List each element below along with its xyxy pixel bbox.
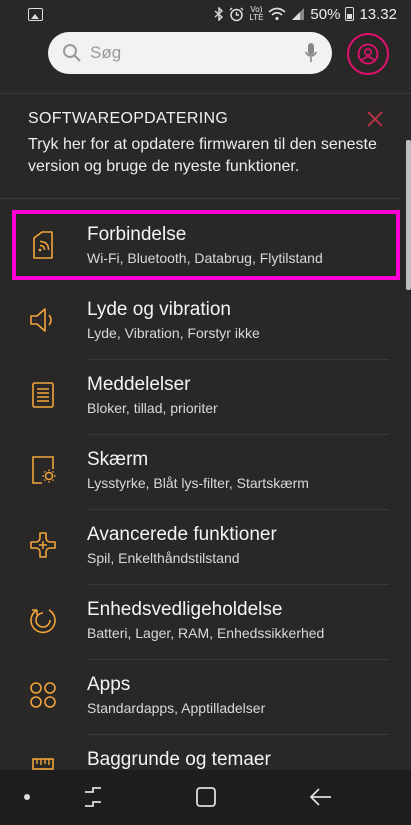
battery-percent: 50% bbox=[310, 5, 341, 23]
lte-label: LTE bbox=[249, 13, 264, 22]
setting-subtitle: Lyde, Vibration, Forstyr ikke bbox=[87, 325, 260, 341]
clock: 13.32 bbox=[359, 5, 397, 23]
settings-item-sounds[interactable]: Lyde og vibration Lyde, Vibration, Forst… bbox=[0, 285, 411, 360]
account-button[interactable] bbox=[347, 33, 389, 75]
gallery-notification-icon bbox=[28, 7, 43, 21]
settings-item-apps[interactable]: Apps Standardapps, Apptilladelser bbox=[0, 660, 411, 735]
nav-hide-dot[interactable] bbox=[24, 794, 30, 800]
setting-title: Skærm bbox=[87, 449, 149, 470]
apps-icon bbox=[30, 682, 56, 708]
bluetooth-icon bbox=[214, 7, 224, 21]
settings-list: Forbindelse Wi-Fi, Bluetooth, Databrug, … bbox=[0, 210, 411, 810]
settings-item-connections[interactable]: Forbindelse Wi-Fi, Bluetooth, Databrug, … bbox=[0, 210, 411, 285]
update-description: Tryk her for at opdatere firmwaren til d… bbox=[28, 136, 377, 175]
setting-title: Enhedsvedligeholdelse bbox=[87, 599, 283, 620]
setting-subtitle: Batteri, Lager, RAM, Enhedssikkerhed bbox=[87, 625, 325, 641]
recent-apps-icon[interactable] bbox=[80, 784, 106, 810]
setting-title: Avancerede funktioner bbox=[87, 524, 277, 545]
sound-icon bbox=[30, 308, 52, 332]
notifications-icon bbox=[32, 382, 54, 408]
setting-subtitle: Lysstyrke, Blåt lys-filter, Startskærm bbox=[87, 475, 309, 491]
home-icon[interactable] bbox=[193, 784, 219, 810]
setting-title: Lyde og vibration bbox=[87, 299, 232, 320]
connections-icon bbox=[33, 231, 53, 259]
setting-subtitle: Bloker, tillad, prioriter bbox=[87, 400, 218, 416]
setting-subtitle: Standardapps, Apptilladelser bbox=[87, 700, 266, 716]
close-icon[interactable] bbox=[364, 108, 386, 130]
person-icon bbox=[357, 43, 379, 65]
search-placeholder: Søg bbox=[90, 43, 122, 62]
alarm-icon bbox=[229, 7, 244, 21]
search-row: Søg bbox=[0, 32, 411, 80]
divider bbox=[0, 198, 400, 199]
selection-highlight bbox=[12, 210, 400, 280]
volte-indicator: Vo) LTE bbox=[249, 6, 263, 22]
advanced-features-icon bbox=[30, 532, 56, 558]
divider bbox=[0, 93, 411, 94]
wifi-icon bbox=[268, 7, 286, 21]
back-icon[interactable] bbox=[308, 784, 334, 810]
search-input[interactable]: Søg bbox=[48, 32, 332, 74]
status-bar: Vo) LTE 50% 13.32 bbox=[0, 0, 411, 28]
microphone-icon[interactable] bbox=[304, 42, 318, 64]
settings-item-device-maintenance[interactable]: Enhedsvedligeholdelse Batteri, Lager, RA… bbox=[0, 585, 411, 660]
navigation-bar bbox=[0, 770, 411, 825]
settings-item-display[interactable]: Skærm Lysstyrke, Blåt lys-filter, Starts… bbox=[0, 435, 411, 510]
settings-item-notifications[interactable]: Meddelelser Bloker, tillad, prioriter bbox=[0, 360, 411, 435]
settings-item-advanced-features[interactable]: Avancerede funktioner Spil, Enkelthåndst… bbox=[0, 510, 411, 585]
software-update-card[interactable]: SOFTWAREOPDATERING Tryk her for at opdat… bbox=[0, 100, 411, 192]
update-title: SOFTWAREOPDATERING bbox=[28, 110, 229, 127]
setting-subtitle: Wi-Fi, Bluetooth, Databrug, Flytilstand bbox=[87, 250, 323, 266]
setting-title: Forbindelse bbox=[87, 224, 187, 245]
device-maintenance-icon bbox=[30, 609, 56, 634]
signal-icon bbox=[292, 8, 305, 20]
setting-title: Apps bbox=[87, 674, 131, 695]
setting-title: Baggrunde og temaer bbox=[87, 749, 271, 770]
setting-subtitle: Spil, Enkelthåndstilstand bbox=[87, 550, 240, 566]
search-icon bbox=[63, 44, 81, 62]
setting-title: Meddelelser bbox=[87, 374, 191, 395]
battery-icon bbox=[345, 7, 355, 21]
display-icon bbox=[32, 456, 56, 484]
